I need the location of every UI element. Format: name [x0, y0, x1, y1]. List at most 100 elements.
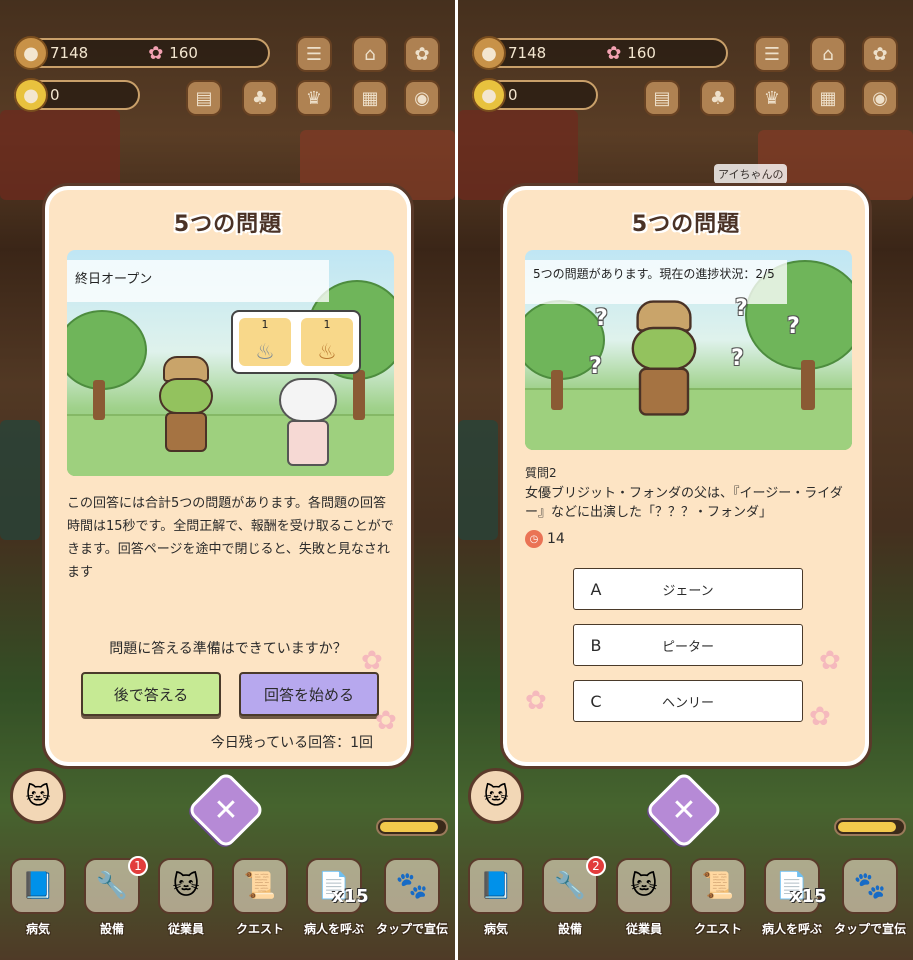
nav-call-patients[interactable]: 📄 x15 病人を呼ぶ — [298, 850, 370, 960]
camera-icon[interactable]: ◉ — [862, 80, 898, 116]
shop-icon[interactable]: ⌂ — [352, 36, 388, 72]
question-mark-icon: ? — [735, 296, 748, 321]
left-screen: ● 7148 ✿ 160 ● 0 ☰ ⌂ ✿ ▤ ♣ ♛ ▦ ◉ 5つの問題 終… — [0, 0, 455, 960]
book-icon: 📘 — [10, 858, 66, 914]
nav-equipment[interactable]: 🔧 2 設備 — [534, 850, 606, 960]
countdown-timer: ◷ 14 — [525, 530, 565, 548]
nav-label: 病気 — [483, 922, 508, 936]
answer-letter: A — [590, 579, 602, 599]
nav-equipment[interactable]: 🔧 1 設備 — [76, 850, 148, 960]
nav-advertise[interactable]: 🐾 タップで宣伝 — [376, 850, 448, 960]
answer-later-button[interactable]: 後で答える — [81, 672, 221, 716]
sakura-menu-icon[interactable]: ✿ — [404, 36, 440, 72]
sakura-decoration-icon: ✿ — [809, 702, 831, 732]
tree-foliage — [67, 310, 147, 390]
dialog-title: 5つの問題 — [631, 212, 741, 237]
answer-option-c[interactable]: C ヘンリー — [573, 680, 803, 722]
scroll-icon[interactable]: ▤ — [186, 80, 222, 116]
nav-staff[interactable]: 🐱 従業員 — [608, 850, 680, 960]
sakura-icon: ✿ — [606, 42, 622, 64]
energy-bar — [834, 818, 906, 836]
player-avatar[interactable]: 🐱 — [10, 768, 66, 824]
scene-ground — [67, 414, 394, 476]
camera-icon[interactable]: ◉ — [404, 80, 440, 116]
crown-icon[interactable]: ♛ — [754, 80, 790, 116]
quiz-illustration: 5つの問題があります。現在の進捗状況：2/5 ? ? ? ? ? — [525, 250, 852, 450]
item-count: 1 — [261, 318, 269, 331]
gift-icon[interactable]: ▦ — [810, 80, 846, 116]
answer-letter: B — [590, 635, 602, 655]
crown-icon[interactable]: ♛ — [296, 80, 332, 116]
answer-option-a[interactable]: A ジェーン — [573, 568, 803, 610]
question-mark-icon: ? — [731, 346, 744, 371]
gift-icon[interactable]: ▦ — [352, 80, 388, 116]
energy-fill — [838, 822, 896, 832]
nav-label: 従業員 — [167, 922, 204, 936]
quiz-illustration: 終日オープン 1 ♨ 1 ♨ — [67, 250, 394, 476]
kappa-character — [151, 356, 221, 452]
question-mark-icon: ? — [589, 354, 602, 379]
coin-counter: ● 0 — [14, 78, 140, 112]
question-text: 女優ブリジット・フォンダの父は、『イージー・ライダー』などに出演した「？？？・フ… — [525, 486, 843, 520]
nav-disease[interactable]: 📘 病気 — [460, 850, 532, 960]
golden-watering-can-icon: ♨ — [317, 340, 337, 365]
acorn-count: 7148 — [50, 44, 89, 62]
question-mark-icon: ? — [787, 314, 800, 339]
scroll-icon[interactable]: ▤ — [644, 80, 680, 116]
coin-icon: ● — [472, 78, 506, 112]
menu-icon[interactable]: ☰ — [754, 36, 790, 72]
player-avatar[interactable]: 🐱 — [468, 768, 524, 824]
nav-staff[interactable]: 🐱 従業員 — [150, 850, 222, 960]
bottom-nav: 📘 病気 🔧 1 設備 🐱 従業員 📜 クエスト 📄 x15 病人を呼ぶ 🐾 タップで宣伝 — [0, 850, 455, 960]
answer-text: ヘンリー — [661, 695, 714, 711]
energy-bar — [376, 818, 448, 836]
watering-can-icon: ♨ — [255, 340, 275, 365]
question-mark-icon: ? — [595, 306, 608, 331]
leaflet-icon: 🐾 — [842, 858, 898, 914]
menu-icon[interactable]: ☰ — [296, 36, 332, 72]
alarm-clock-icon: ◷ — [525, 530, 543, 548]
leaflet-icon: 🐾 — [384, 858, 440, 914]
quiz-description: この回答には合計5つの問題があります。各問題の回答時間は15秒です。全問正解で、… — [67, 496, 394, 580]
nav-quest[interactable]: 📜 クエスト — [682, 850, 754, 960]
nav-disease[interactable]: 📘 病気 — [2, 850, 74, 960]
sakura-decoration-icon: ✿ — [819, 646, 841, 676]
close-icon: ✕ — [213, 792, 239, 828]
start-answering-button[interactable]: 回答を始める — [239, 672, 379, 716]
acorn-counter: ● 7148 ✿ 160 — [14, 36, 270, 70]
nav-quest[interactable]: 📜 クエスト — [224, 850, 296, 960]
answer-option-b[interactable]: B ピーター — [573, 624, 803, 666]
close-icon: ✕ — [671, 792, 697, 828]
item-count: 1 — [323, 318, 331, 331]
acorn-icon: ● — [14, 36, 48, 70]
question-number: 質問2 — [525, 466, 557, 480]
kimono-icon[interactable]: ♣ — [242, 80, 278, 116]
energy-fill — [380, 822, 438, 832]
quest-icon: 📜 — [690, 858, 746, 914]
nav-label: 設備 — [557, 922, 582, 936]
shop-icon[interactable]: ⌂ — [810, 36, 846, 72]
nav-label: 従業員 — [625, 922, 662, 936]
tree-trunk — [353, 370, 365, 420]
sakura-menu-icon[interactable]: ✿ — [862, 36, 898, 72]
coin-count: 0 — [50, 86, 60, 104]
nav-label: クエスト — [693, 922, 742, 936]
cat-icon: 🐱 — [616, 858, 672, 914]
nav-call-patients[interactable]: 📄 x15 病人を呼ぶ — [756, 850, 828, 960]
ready-question: 問題に答える準備はできていますか？ — [109, 641, 347, 657]
nav-label: クエスト — [235, 922, 284, 936]
kappa-character — [622, 300, 706, 416]
side-notice: アイちゃんの — [714, 164, 788, 184]
acorn-count: 7148 — [508, 44, 547, 62]
answer-text: ピーター — [661, 639, 714, 655]
nav-label: タップで宣伝 — [376, 922, 449, 936]
answer-letter: C — [590, 691, 602, 711]
sakura-count: 160 — [169, 44, 198, 62]
nav-advertise[interactable]: 🐾 タップで宣伝 — [834, 850, 906, 960]
cat-icon: 🐱 — [158, 858, 214, 914]
sakura-decoration-icon: ✿ — [525, 686, 547, 716]
remaining-attempts: 今日残っている回答：1回 — [210, 735, 373, 751]
speech-bubble: 1 ♨ 1 ♨ — [231, 310, 361, 374]
sakura-count: 160 — [627, 44, 656, 62]
kimono-icon[interactable]: ♣ — [700, 80, 736, 116]
